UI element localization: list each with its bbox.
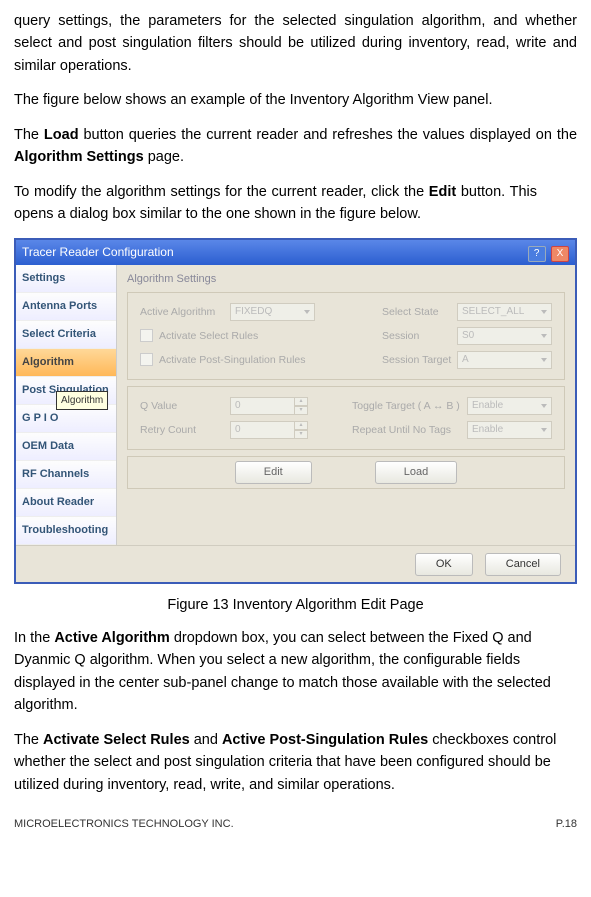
activate-post-singulation-label: Activate Post-Singulation Rules xyxy=(159,352,306,368)
activate-post-singulation-checkbox[interactable] xyxy=(140,353,153,366)
text: The xyxy=(14,732,43,748)
active-algorithm-label: Active Algorithm xyxy=(140,304,230,320)
text: page. xyxy=(144,149,184,165)
sidebar-item-settings[interactable]: Settings xyxy=(16,265,116,293)
text: To modify the algorithm settings for the… xyxy=(14,184,429,200)
section-heading: Algorithm Settings xyxy=(127,271,565,288)
select-state-dropdown[interactable]: SELECT_ALL xyxy=(457,303,552,321)
figure-caption: Figure 13 Inventory Algorithm Edit Page xyxy=(14,594,577,616)
session-label: Session xyxy=(382,328,457,344)
sidebar-item-rf[interactable]: RF Channels xyxy=(16,461,116,489)
retry-spinner[interactable]: ▴▾ xyxy=(294,421,308,439)
qvalue-spinner[interactable]: ▴▾ xyxy=(294,397,308,415)
body-paragraph: The Activate Select Rules and Active Pos… xyxy=(14,729,577,796)
toggle-target-dropdown[interactable]: Enable xyxy=(467,397,552,415)
cancel-button[interactable]: Cancel xyxy=(485,553,561,576)
select-state-label: Select State xyxy=(382,304,457,320)
active-algorithm-ref: Active Algorithm xyxy=(54,630,169,646)
activate-select-rules-checkbox[interactable] xyxy=(140,329,153,342)
sidebar-item-about[interactable]: About Reader xyxy=(16,489,116,517)
retry-count-input[interactable]: 0 xyxy=(230,421,295,439)
toggle-target-label: Toggle Target ( A ↔ B ) xyxy=(352,398,467,414)
page-footer: MICROELECTRONICS TECHNOLOGY INC. P.18 xyxy=(14,816,577,833)
tooltip: Algorithm xyxy=(56,391,108,411)
sidebar-item-troubleshooting[interactable]: Troubleshooting xyxy=(16,517,116,545)
sidebar: Settings Antenna Ports Select Criteria A… xyxy=(16,265,117,545)
text: and xyxy=(190,732,222,748)
window-titlebar: Tracer Reader Configuration ? X xyxy=(16,240,575,265)
sidebar-item-oem[interactable]: OEM Data xyxy=(16,433,116,461)
activate-select-ref: Activate Select Rules xyxy=(43,732,190,748)
body-paragraph: In the Active Algorithm dropdown box, yo… xyxy=(14,627,577,717)
session-target-dropdown[interactable]: A xyxy=(457,351,552,369)
body-paragraph: The Load button queries the current read… xyxy=(14,124,577,169)
window-title: Tracer Reader Configuration xyxy=(22,243,174,262)
text: In the xyxy=(14,630,54,646)
help-icon[interactable]: ? xyxy=(528,246,546,262)
retry-count-label: Retry Count xyxy=(140,422,230,438)
screenshot-figure: Tracer Reader Configuration ? X Settings… xyxy=(14,238,577,585)
body-paragraph: To modify the algorithm settings for the… xyxy=(14,181,577,226)
sidebar-item-select-criteria[interactable]: Select Criteria xyxy=(16,321,116,349)
load-ref: Load xyxy=(44,127,79,143)
active-algorithm-dropdown[interactable]: FIXEDQ xyxy=(230,303,315,321)
active-post-singulation-ref: Active Post-Singulation Rules xyxy=(222,732,428,748)
repeat-until-dropdown[interactable]: Enable xyxy=(467,421,552,439)
load-button[interactable]: Load xyxy=(375,461,457,484)
sidebar-item-antenna[interactable]: Antenna Ports xyxy=(16,293,116,321)
close-icon[interactable]: X xyxy=(551,246,569,262)
body-paragraph: query settings, the parameters for the s… xyxy=(14,10,577,77)
edit-button[interactable]: Edit xyxy=(235,461,312,484)
sidebar-item-algorithm[interactable]: Algorithm xyxy=(16,349,116,377)
body-paragraph: The figure below shows an example of the… xyxy=(14,89,577,111)
session-dropdown[interactable]: S0 xyxy=(457,327,552,345)
session-target-label: Session Target xyxy=(382,352,457,368)
ok-button[interactable]: OK xyxy=(415,553,473,576)
activate-select-rules-label: Activate Select Rules xyxy=(159,328,258,344)
sidebar-item-post-singulation[interactable]: Post SingulationAlgorithm xyxy=(16,377,116,405)
footer-page: P.18 xyxy=(556,816,577,833)
repeat-until-label: Repeat Until No Tags xyxy=(352,422,467,438)
qvalue-input[interactable]: 0 xyxy=(230,397,295,415)
text: The xyxy=(14,127,44,143)
algsettings-ref: Algorithm Settings xyxy=(14,149,144,165)
edit-ref: Edit xyxy=(429,184,456,200)
text: button queries the current reader and re… xyxy=(79,127,577,143)
qvalue-label: Q Value xyxy=(140,398,230,414)
footer-company: MICROELECTRONICS TECHNOLOGY INC. xyxy=(14,816,234,833)
